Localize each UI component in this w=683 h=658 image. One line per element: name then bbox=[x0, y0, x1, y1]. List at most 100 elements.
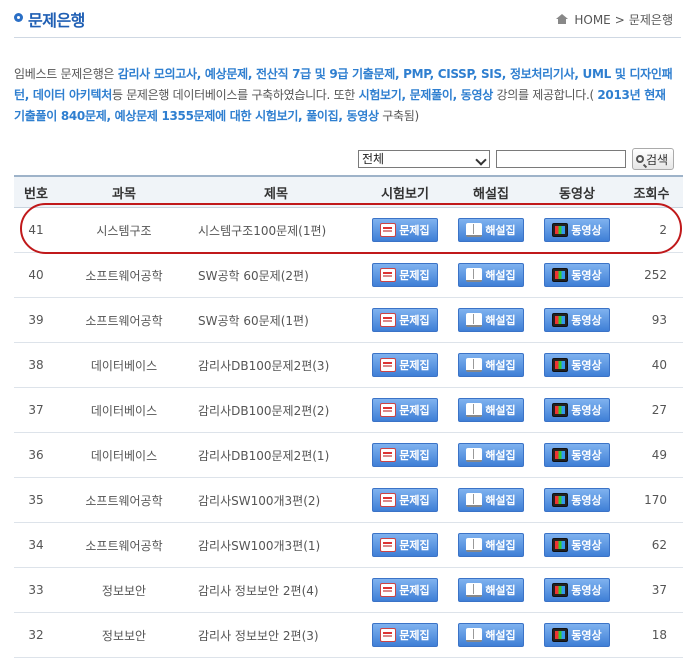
row-video-cell: 동영상 bbox=[534, 342, 620, 388]
exam-button[interactable]: 문제집 bbox=[372, 353, 438, 377]
table-row: 40 소프트웨어공학 SW공학 60문제(2편) 문제집 해설집 동영상 252 bbox=[14, 252, 683, 298]
video-button-label: 동영상 bbox=[571, 359, 602, 372]
row-solution-cell: 해설집 bbox=[448, 342, 534, 388]
chevron-down-icon[interactable] bbox=[475, 153, 487, 165]
video-button[interactable]: 동영상 bbox=[544, 443, 610, 467]
solution-button[interactable]: 해설집 bbox=[458, 578, 524, 602]
search-input[interactable] bbox=[496, 150, 626, 168]
category-select[interactable]: 전체 bbox=[358, 150, 490, 168]
video-button[interactable]: 동영상 bbox=[544, 623, 610, 647]
table-row: 36 데이터베이스 감리사DB100문제2편(1) 문제집 해설집 동영상 49 bbox=[14, 432, 683, 478]
solution-button[interactable]: 해설집 bbox=[458, 308, 524, 332]
video-button[interactable]: 동영상 bbox=[544, 263, 610, 287]
row-solution-cell: 해설집 bbox=[448, 297, 534, 343]
solution-button[interactable]: 해설집 bbox=[458, 488, 524, 512]
solution-button[interactable]: 해설집 bbox=[458, 353, 524, 377]
table-row: 33 정보보안 감리사 정보보안 2편(4) 문제집 해설집 동영상 37 bbox=[14, 567, 683, 613]
row-video-cell: 동영상 bbox=[534, 387, 620, 433]
tv-icon bbox=[552, 313, 569, 327]
solution-button[interactable]: 해설집 bbox=[458, 263, 524, 287]
exam-button-label: 문제집 bbox=[399, 269, 430, 282]
video-button[interactable]: 동영상 bbox=[544, 488, 610, 512]
row-title[interactable]: 감리사DB100문제2편(3) bbox=[190, 342, 362, 388]
intro-highlight: 시험보기, 문제풀이, 동영상 bbox=[358, 88, 494, 102]
video-button[interactable]: 동영상 bbox=[544, 533, 610, 557]
video-button-label: 동영상 bbox=[571, 584, 602, 597]
solution-button-label: 해설집 bbox=[485, 539, 516, 552]
tv-icon bbox=[552, 223, 569, 237]
col-solution: 해설집 bbox=[448, 175, 534, 208]
exam-button[interactable]: 문제집 bbox=[372, 263, 438, 287]
exam-book-icon bbox=[380, 358, 397, 372]
solution-button[interactable]: 해설집 bbox=[458, 443, 524, 467]
row-views: 2 bbox=[620, 207, 683, 253]
exam-button[interactable]: 문제집 bbox=[372, 533, 438, 557]
row-title[interactable]: 감리사DB100문제2편(1) bbox=[190, 432, 362, 478]
row-number: 37 bbox=[14, 387, 58, 433]
row-title[interactable]: SW공학 60문제(2편) bbox=[190, 252, 362, 298]
search-button-label: 검색 bbox=[646, 152, 669, 167]
row-number: 35 bbox=[14, 477, 58, 523]
row-title[interactable]: 감리사 정보보안 2편(3) bbox=[190, 612, 362, 658]
tv-icon bbox=[552, 538, 569, 552]
solution-button[interactable]: 해설집 bbox=[458, 398, 524, 422]
video-button[interactable]: 동영상 bbox=[544, 218, 610, 242]
open-book-icon bbox=[466, 313, 483, 327]
row-subject: 정보보안 bbox=[58, 612, 190, 658]
row-title[interactable]: 감리사SW100개3편(2) bbox=[190, 477, 362, 523]
row-exam-cell: 문제집 bbox=[362, 432, 448, 478]
exam-book-icon bbox=[380, 448, 397, 462]
exam-book-icon bbox=[380, 223, 397, 237]
row-video-cell: 동영상 bbox=[534, 207, 620, 253]
row-exam-cell: 문제집 bbox=[362, 612, 448, 658]
table-row: 38 데이터베이스 감리사DB100문제2편(3) 문제집 해설집 동영상 40 bbox=[14, 342, 683, 388]
row-video-cell: 동영상 bbox=[534, 297, 620, 343]
row-subject: 데이터베이스 bbox=[58, 432, 190, 478]
breadcrumb-home[interactable]: HOME bbox=[574, 13, 610, 27]
solution-button[interactable]: 해설집 bbox=[458, 533, 524, 557]
row-solution-cell: 해설집 bbox=[448, 432, 534, 478]
row-views: 18 bbox=[620, 612, 683, 658]
video-button-label: 동영상 bbox=[571, 494, 602, 507]
row-solution-cell: 해설집 bbox=[448, 522, 534, 568]
search-button[interactable]: 검색 bbox=[632, 148, 675, 170]
row-subject: 소프트웨어공학 bbox=[58, 477, 190, 523]
row-title[interactable]: 감리사 정보보안 2편(4) bbox=[190, 567, 362, 613]
tv-icon bbox=[552, 268, 569, 282]
video-button[interactable]: 동영상 bbox=[544, 578, 610, 602]
row-exam-cell: 문제집 bbox=[362, 207, 448, 253]
row-views: 93 bbox=[620, 297, 683, 343]
exam-button[interactable]: 문제집 bbox=[372, 443, 438, 467]
exam-button[interactable]: 문제집 bbox=[372, 623, 438, 647]
row-views: 49 bbox=[620, 432, 683, 478]
video-button[interactable]: 동영상 bbox=[544, 398, 610, 422]
row-number: 41 bbox=[14, 207, 58, 253]
row-title[interactable]: SW공학 60문제(1편) bbox=[190, 297, 362, 343]
video-button[interactable]: 동영상 bbox=[544, 308, 610, 332]
exam-button[interactable]: 문제집 bbox=[372, 488, 438, 512]
exam-button[interactable]: 문제집 bbox=[372, 578, 438, 602]
col-exam: 시험보기 bbox=[362, 175, 448, 208]
row-title[interactable]: 감리사SW100개3편(1) bbox=[190, 522, 362, 568]
exam-button-label: 문제집 bbox=[399, 359, 430, 372]
row-subject: 데이터베이스 bbox=[58, 342, 190, 388]
solution-button-label: 해설집 bbox=[485, 359, 516, 372]
video-button[interactable]: 동영상 bbox=[544, 353, 610, 377]
row-solution-cell: 해설집 bbox=[448, 207, 534, 253]
row-video-cell: 동영상 bbox=[534, 432, 620, 478]
row-title[interactable]: 감리사DB100문제2편(2) bbox=[190, 387, 362, 433]
home-icon[interactable] bbox=[556, 14, 569, 24]
exam-button[interactable]: 문제집 bbox=[372, 218, 438, 242]
exam-button[interactable]: 문제집 bbox=[372, 398, 438, 422]
exam-button[interactable]: 문제집 bbox=[372, 308, 438, 332]
row-solution-cell: 해설집 bbox=[448, 252, 534, 298]
open-book-icon bbox=[466, 493, 483, 507]
category-select-value: 전체 bbox=[362, 152, 385, 166]
solution-button[interactable]: 해설집 bbox=[458, 218, 524, 242]
table-row: 37 데이터베이스 감리사DB100문제2편(2) 문제집 해설집 동영상 27 bbox=[14, 387, 683, 433]
row-title[interactable]: 시스템구조100문제(1편) bbox=[190, 207, 362, 253]
open-book-icon bbox=[466, 358, 483, 372]
open-book-icon bbox=[466, 448, 483, 462]
solution-button[interactable]: 해설집 bbox=[458, 623, 524, 647]
header-divider bbox=[14, 37, 681, 38]
